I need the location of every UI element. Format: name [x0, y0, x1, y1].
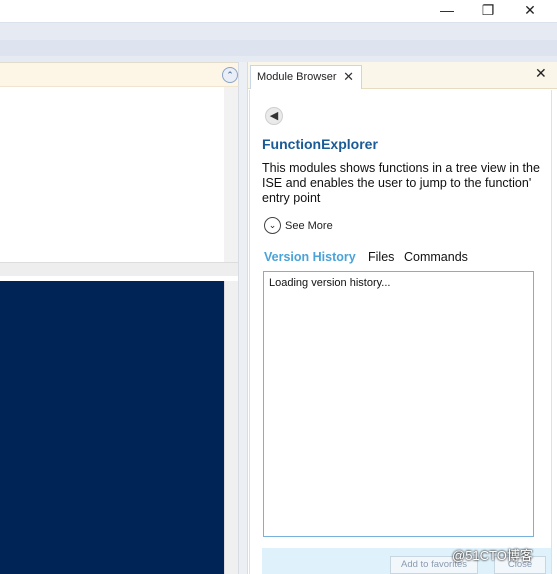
see-more-link[interactable]: See More [285, 220, 333, 232]
script-editor-pane: ⌃ [0, 62, 238, 262]
editor-header [0, 63, 238, 87]
console-pane[interactable] [0, 281, 224, 574]
pane-close-icon[interactable]: ✕ [535, 66, 547, 80]
collapse-up-icon[interactable]: ⌃ [222, 67, 238, 83]
minimize-icon[interactable]: — [432, 0, 462, 20]
script-editor[interactable] [0, 87, 224, 262]
module-browser-pane: ◀ FunctionExplorer This modules shows fu… [249, 90, 552, 574]
watermark: @51CTO博客 [452, 548, 533, 563]
tab-files[interactable]: Files [368, 250, 394, 264]
tab-commands[interactable]: Commands [404, 250, 468, 264]
chevron-down-icon[interactable]: ⌄ [264, 217, 281, 234]
module-description: This modules shows functions in a tree v… [262, 161, 540, 205]
editor-vertical-scrollbar[interactable] [224, 87, 238, 262]
close-icon[interactable]: ✕ [515, 0, 545, 20]
tab-module-browser[interactable]: Module Browser ✕ [250, 65, 362, 89]
module-title: FunctionExplorer [262, 136, 378, 152]
toolbar [0, 22, 557, 62]
back-arrow-icon[interactable]: ◀ [265, 107, 283, 125]
console-vertical-scrollbar[interactable] [224, 281, 238, 574]
tab-close-icon[interactable]: ✕ [343, 66, 354, 88]
tab-version-history[interactable]: Version History [264, 250, 356, 264]
editor-horizontal-scrollbar[interactable] [0, 262, 238, 276]
module-browser-tabstrip: Module Browser ✕ [248, 62, 557, 89]
history-status-text: Loading version history... [269, 277, 391, 289]
toolbar-band [0, 40, 557, 56]
pane-splitter[interactable] [238, 62, 248, 574]
restore-icon[interactable]: ❐ [473, 0, 503, 20]
version-history-panel: Loading version history... [263, 271, 534, 537]
tab-module-browser-label: Module Browser [257, 71, 337, 83]
